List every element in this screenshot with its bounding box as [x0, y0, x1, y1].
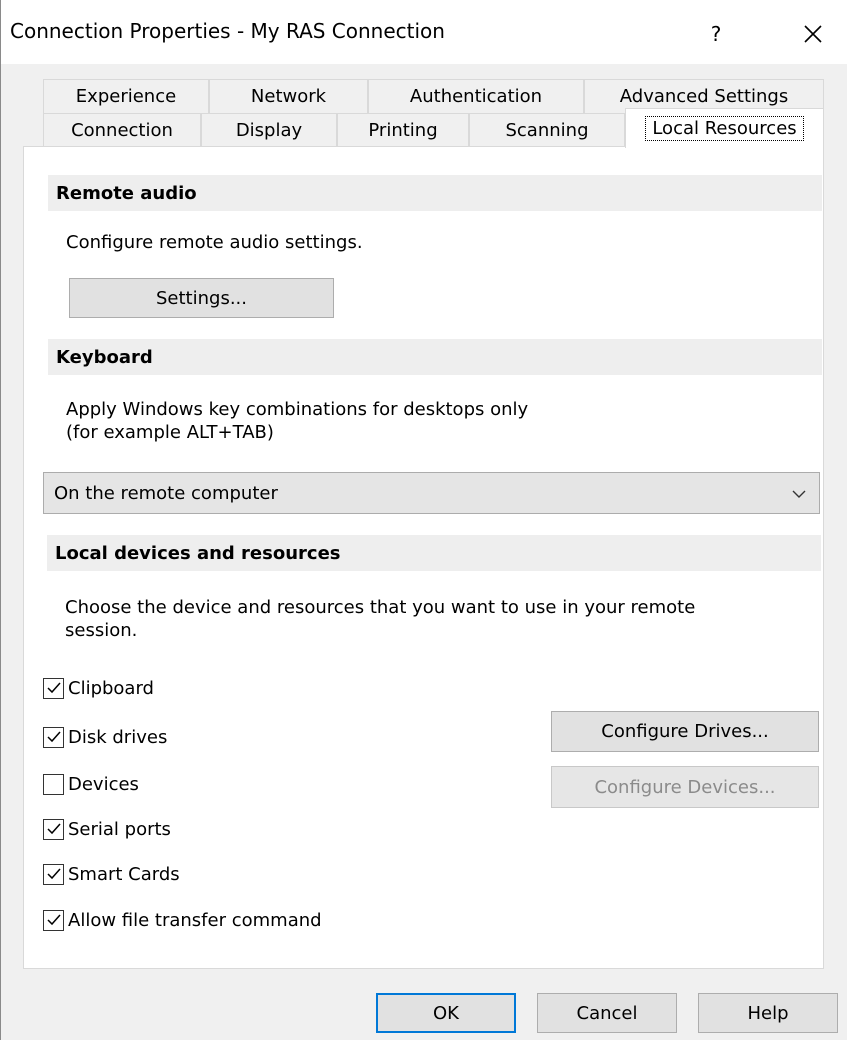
tab-display[interactable]: Display	[201, 113, 337, 147]
button-label: Cancel	[576, 1002, 638, 1024]
checkbox-box[interactable]	[43, 818, 64, 840]
configure-devices-button[interactable]: Configure Devices...	[551, 766, 819, 808]
remote-audio-description: Configure remote audio settings.	[66, 232, 363, 253]
tab-label: Authentication	[409, 86, 543, 107]
title-bar[interactable]: Connection Properties - My RAS Connectio…	[1, 0, 847, 64]
checkbox-label: Serial ports	[68, 818, 171, 840]
checkbox-box[interactable]	[43, 863, 64, 885]
button-label: Configure Drives...	[601, 721, 769, 742]
tab-network[interactable]: Network	[209, 79, 368, 113]
cancel-button[interactable]: Cancel	[537, 993, 677, 1033]
tab-authentication[interactable]: Authentication	[368, 79, 584, 113]
button-label: Help	[747, 1002, 789, 1024]
combo-selected-value: On the remote computer	[54, 482, 278, 504]
checkbox-label: Devices	[68, 773, 139, 795]
audio-settings-button[interactable]: Settings...	[69, 278, 334, 318]
tab-label: Printing	[368, 120, 438, 141]
ok-button[interactable]: OK	[376, 993, 516, 1033]
tab-label: Connection	[71, 120, 173, 141]
section-header-keyboard: Keyboard	[48, 339, 822, 375]
help-button[interactable]: Help	[698, 993, 838, 1033]
tab-local-resources[interactable]: Local Resources	[625, 108, 824, 148]
tab-label: Scanning	[505, 120, 589, 141]
tab-label: Local Resources	[645, 116, 804, 141]
tab-label: Network	[250, 86, 327, 107]
checkbox-smart-cards[interactable]: Smart Cards	[43, 861, 180, 887]
chevron-down-icon	[792, 490, 806, 498]
tab-scanning[interactable]: Scanning	[469, 113, 625, 147]
tab-label: Advanced Settings	[619, 86, 789, 107]
button-label: Settings...	[156, 287, 247, 309]
tab-connection[interactable]: Connection	[43, 113, 201, 147]
checkbox-label: Allow file transfer command	[68, 909, 322, 931]
checkbox-box[interactable]	[43, 773, 64, 795]
checkbox-box[interactable]	[43, 677, 64, 699]
close-button[interactable]	[783, 12, 843, 56]
button-label: OK	[433, 1002, 459, 1024]
tab-label: Display	[235, 120, 303, 141]
checkbox-clipboard[interactable]: Clipboard	[43, 675, 154, 701]
tab-panel-local-resources: Remote audio Configure remote audio sett…	[23, 146, 824, 969]
checkmark-icon	[46, 731, 61, 743]
checkmark-icon	[46, 868, 61, 880]
checkbox-box[interactable]	[43, 909, 64, 931]
checkbox-label: Smart Cards	[68, 863, 180, 885]
checkbox-serial-ports[interactable]: Serial ports	[43, 816, 171, 842]
checkbox-allow-file-transfer[interactable]: Allow file transfer command	[43, 907, 322, 933]
tab-label: Experience	[75, 86, 177, 107]
help-icon: ?	[710, 22, 722, 46]
window-title: Connection Properties - My RAS Connectio…	[10, 19, 445, 43]
section-header-remote-audio: Remote audio	[48, 175, 822, 211]
button-label: Configure Devices...	[594, 776, 776, 798]
checkbox-devices[interactable]: Devices	[43, 771, 139, 797]
checkbox-box[interactable]	[43, 726, 64, 748]
tab-printing[interactable]: Printing	[337, 113, 469, 147]
keyboard-description-line2: (for example ALT+TAB)	[66, 422, 274, 443]
checkmark-icon	[46, 682, 61, 694]
checkbox-label: Clipboard	[68, 677, 154, 699]
help-title-button[interactable]: ?	[691, 12, 741, 56]
close-icon	[804, 25, 822, 43]
checkmark-icon	[46, 914, 61, 926]
configure-drives-button[interactable]: Configure Drives...	[551, 711, 819, 752]
tab-experience[interactable]: Experience	[43, 79, 209, 113]
checkmark-icon	[46, 823, 61, 835]
dialog-window: Connection Properties - My RAS Connectio…	[0, 0, 847, 1040]
keyboard-combo-select[interactable]: On the remote computer	[43, 472, 820, 514]
keyboard-description-line1: Apply Windows key combinations for deskt…	[66, 399, 529, 420]
checkbox-label: Disk drives	[68, 726, 168, 748]
checkbox-disk-drives[interactable]: Disk drives	[43, 724, 167, 750]
